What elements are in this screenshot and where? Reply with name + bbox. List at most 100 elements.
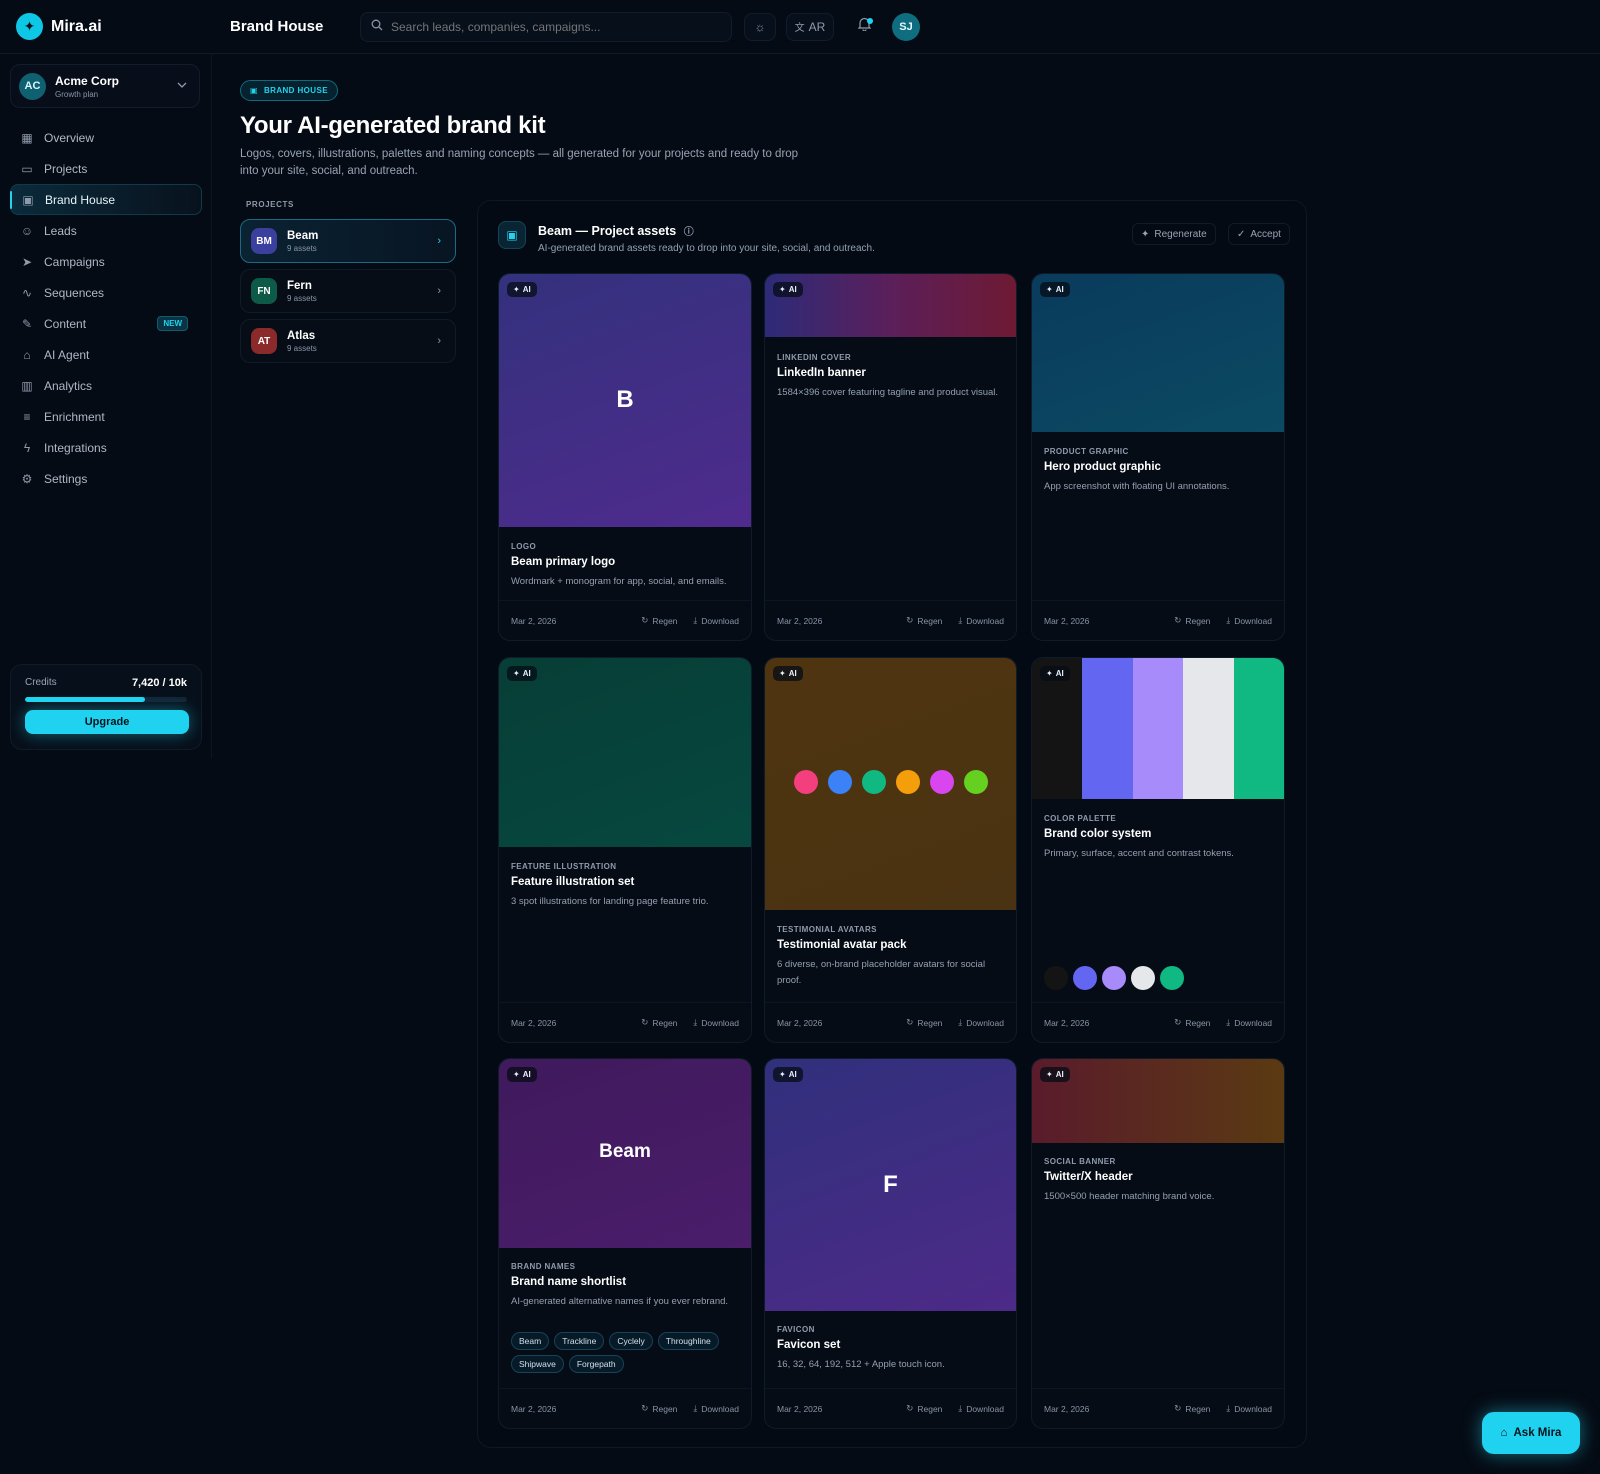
sidebar-item-ai-agent[interactable]: ⌂ AI Agent <box>10 339 202 370</box>
sidebar-item-label: Analytics <box>44 378 93 393</box>
notifications-button[interactable] <box>852 13 876 41</box>
refresh-icon: ↻ <box>641 1017 649 1027</box>
asset-description: 16, 32, 64, 192, 512 + Apple touch icon. <box>777 1359 945 1370</box>
palette-swatch[interactable] <box>1131 966 1155 990</box>
sidebar-item-leads[interactable]: ☺ Leads <box>10 215 202 246</box>
asset-type: PRODUCT GRAPHIC <box>1044 447 1129 456</box>
download-button[interactable]: ⤓ Download <box>958 615 1004 626</box>
download-icon: ⤓ <box>1226 615 1231 625</box>
asset-card[interactable]: Beam ✦ AI BRAND NAMES Brand name shortlis… <box>498 1058 752 1429</box>
user-avatar[interactable]: SJ <box>892 12 920 41</box>
project-count: 9 assets <box>287 243 317 253</box>
regen-button[interactable]: ↻ Regen <box>641 1403 677 1414</box>
info-icon[interactable]: ⓘ <box>684 227 694 238</box>
credits-card: Credits 7,420 / 10k Upgrade <box>10 664 202 750</box>
brand[interactable]: ✦ Mira.ai <box>0 13 214 40</box>
asset-card[interactable]: ✦ AI LINKEDIN COVER LinkedIn banner 1584×… <box>764 273 1017 641</box>
asset-title: Favicon set <box>777 1339 841 1351</box>
asset-thumbnail: Beam <box>499 1059 751 1248</box>
palette-swatch[interactable] <box>1073 966 1097 990</box>
ai-badge: ✦ AI <box>773 666 803 681</box>
refresh-icon: ↻ <box>641 615 649 625</box>
name-chip[interactable]: Forgepath <box>568 1355 624 1373</box>
regen-button[interactable]: ↻ Regen <box>906 615 942 626</box>
sidebar-item-campaigns[interactable]: ➤ Campaigns <box>10 246 202 277</box>
download-button[interactable]: ⤓ Download <box>693 1017 739 1028</box>
theme-toggle-button[interactable]: ☼ <box>744 12 776 41</box>
ai-badge-label: AI <box>1055 285 1064 294</box>
download-button[interactable]: ⤓ Download <box>693 615 739 626</box>
regenerate-button[interactable]: ✦ Regenerate <box>1132 223 1216 245</box>
sidebar-item-integrations[interactable]: ϟ Integrations <box>10 432 202 463</box>
sidebar-item-settings[interactable]: ⚙ Settings <box>10 463 202 494</box>
asset-card[interactable]: ✦ AI COLOR PALETTE Brand color system Pri… <box>1031 657 1285 1043</box>
upgrade-button[interactable]: Upgrade <box>25 710 189 734</box>
download-button[interactable]: ⤓ Download <box>1226 1017 1272 1028</box>
avatar-circle <box>930 770 954 794</box>
name-chip[interactable]: Shipwave <box>511 1355 564 1373</box>
asset-title: Testimonial avatar pack <box>777 939 907 951</box>
project-badge: FN <box>251 278 277 304</box>
regen-button[interactable]: ↻ Regen <box>906 1017 942 1028</box>
asset-date: Mar 2, 2026 <box>511 615 557 626</box>
chevron-down-icon <box>177 79 187 91</box>
name-chip[interactable]: Cyclely <box>609 1332 653 1350</box>
regen-button[interactable]: ↻ Regen <box>1174 1017 1210 1028</box>
language-label: AR <box>808 19 826 34</box>
name-chip[interactable]: Throughline <box>657 1332 719 1350</box>
card-footer: Mar 2, 2026 ↻ Regen ⤓ Download <box>499 600 751 640</box>
sparkle-icon: ✦ <box>1046 285 1053 294</box>
ai-badge: ✦ AI <box>1040 666 1070 681</box>
name-chip[interactable]: Beam <box>511 1332 550 1350</box>
language-button[interactable]: 文 AR <box>786 12 834 41</box>
palette-swatch[interactable] <box>1160 966 1184 990</box>
search-input[interactable] <box>391 19 711 34</box>
asset-date: Mar 2, 2026 <box>1044 1017 1090 1028</box>
sidebar-item-overview[interactable]: ▦ Overview <box>10 122 202 153</box>
download-button[interactable]: ⤓ Download <box>693 1403 739 1414</box>
search-box[interactable] <box>360 11 732 42</box>
asset-card[interactable]: B ✦ AI LOGO Beam primary logo Wordmark + … <box>498 273 752 641</box>
regen-button[interactable]: ↻ Regen <box>641 615 677 626</box>
sidebar-item-sequences[interactable]: ∿ Sequences <box>10 277 202 308</box>
sidebar-item-label: Leads <box>44 223 77 238</box>
asset-title: Brand name shortlist <box>511 1276 627 1288</box>
org-switcher[interactable]: AC Acme Corp Growth plan <box>10 64 200 108</box>
chevron-right-icon: › <box>437 335 441 347</box>
project-item-fern[interactable]: FN Fern 9 assets › <box>240 269 456 313</box>
sidebar-item-analytics[interactable]: ▥ Analytics <box>10 370 202 401</box>
projects-label: PROJECTS <box>246 200 294 209</box>
name-chip[interactable]: Trackline <box>554 1332 605 1350</box>
sidebar-item-content[interactable]: ✎ Content NEW <box>10 308 202 339</box>
asset-card[interactable]: F ✦ AI FAVICON Favicon set 16, 32, 64, 19… <box>764 1058 1017 1429</box>
regen-button[interactable]: ↻ Regen <box>1174 1403 1210 1414</box>
download-button[interactable]: ⤓ Download <box>1226 615 1272 626</box>
regen-button[interactable]: ↻ Regen <box>1174 615 1210 626</box>
translate-icon: 文 <box>794 23 805 34</box>
sidebar-item-brand-house[interactable]: ▣ Brand House <box>10 184 202 215</box>
ai-badge-label: AI <box>522 1070 531 1079</box>
regen-button[interactable]: ↻ Regen <box>641 1017 677 1028</box>
sparkle-icon: ✦ <box>513 669 520 678</box>
asset-description: 6 diverse, on-brand placeholder avatars … <box>777 959 986 986</box>
hero-subtitle: Logos, covers, illustrations, palettes a… <box>240 148 799 177</box>
project-item-beam[interactable]: BM Beam 9 assets › <box>240 219 456 263</box>
top-bar: ✦ Mira.ai Brand House ☼ 文 AR SJ <box>0 0 1600 54</box>
download-button[interactable]: ⤓ Download <box>958 1017 1004 1028</box>
palette-swatch[interactable] <box>1102 966 1126 990</box>
sparkle-icon: ✦ <box>513 1070 520 1079</box>
download-button[interactable]: ⤓ Download <box>958 1403 1004 1414</box>
project-item-atlas[interactable]: AT Atlas 9 assets › <box>240 319 456 363</box>
asset-card[interactable]: ✦ AI TESTIMONIAL AVATARS Testimonial avat… <box>764 657 1017 1043</box>
accept-button[interactable]: ✓ Accept <box>1228 223 1290 245</box>
download-button[interactable]: ⤓ Download <box>1226 1403 1272 1414</box>
sidebar-item-projects[interactable]: ▭ Projects <box>10 153 202 184</box>
asset-card[interactable]: ✦ AI FEATURE ILLUSTRATION Feature illustr… <box>498 657 752 1043</box>
ask-mira-button[interactable]: ⌂ Ask Mira <box>1482 1412 1580 1454</box>
asset-title: LinkedIn banner <box>777 367 866 379</box>
regen-button[interactable]: ↻ Regen <box>906 1403 942 1414</box>
asset-card[interactable]: ✦ AI PRODUCT GRAPHIC Hero product graphic… <box>1031 273 1285 641</box>
sidebar-item-enrichment[interactable]: ≡ Enrichment <box>10 401 202 432</box>
palette-swatch[interactable] <box>1044 966 1068 990</box>
asset-card[interactable]: ✦ AI SOCIAL BANNER Twitter/X header 1500×… <box>1031 1058 1285 1429</box>
